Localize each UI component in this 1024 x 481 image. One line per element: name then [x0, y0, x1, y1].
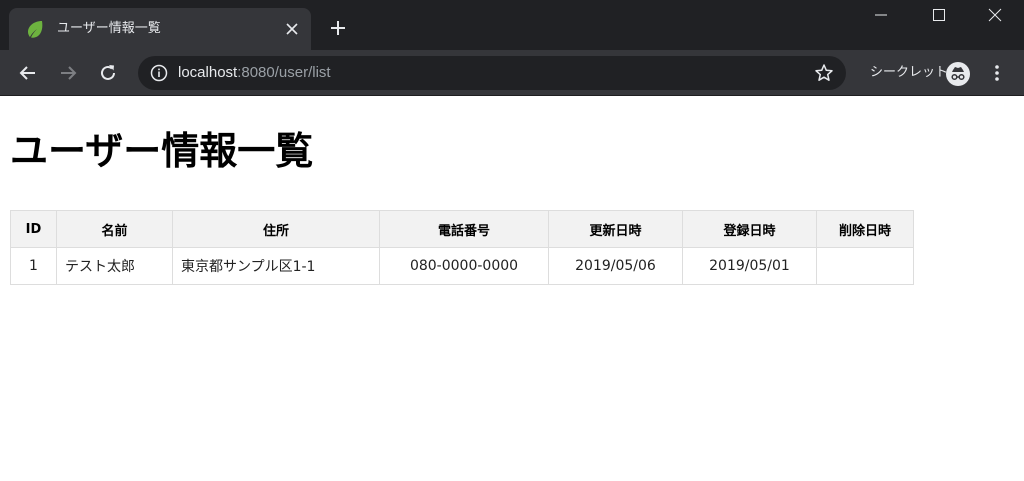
menu-icon[interactable] — [987, 63, 1007, 83]
tab-title: ユーザー情報一覧 — [57, 21, 161, 36]
incognito-label: シークレット — [870, 65, 949, 80]
cell-address: 東京都サンプル区1-1 — [172, 247, 380, 285]
url-host: localhost — [178, 64, 238, 81]
col-header-phone: 電話番号 — [379, 210, 549, 248]
cell-id: 1 — [10, 247, 57, 285]
browser-titlebar: ユーザー情報一覧 — [0, 0, 1024, 50]
incognito-icon[interactable] — [945, 61, 971, 87]
reload-icon — [101, 65, 115, 80]
page-content: ユーザー情報一覧 ID 名前 住所 電話番号 更新日時 登録日時 削除日時 1 … — [0, 96, 1024, 481]
forward-button[interactable] — [56, 61, 80, 85]
arrow-left-icon — [19, 66, 35, 80]
table-header-row: ID 名前 住所 電話番号 更新日時 登録日時 削除日時 — [10, 210, 914, 248]
col-header-deleted: 削除日時 — [816, 210, 914, 248]
cell-deleted — [816, 247, 914, 285]
cell-phone: 080-0000-0000 — [379, 247, 549, 285]
col-header-updated: 更新日時 — [548, 210, 683, 248]
url-text[interactable]: localhost:8080/user/list — [178, 63, 331, 83]
minimize-icon — [875, 14, 887, 16]
user-table: ID 名前 住所 電話番号 更新日時 登録日時 削除日時 1 テスト太郎 東京都… — [10, 210, 914, 285]
table-row: 1 テスト太郎 東京都サンプル区1-1 080-0000-0000 2019/0… — [10, 247, 914, 285]
maximize-icon — [933, 9, 945, 21]
url-path: :8080/user/list — [237, 64, 331, 81]
cell-updated: 2019/05/06 — [548, 247, 683, 285]
reload-button[interactable] — [96, 61, 120, 85]
browser-toolbar: localhost:8080/user/list シークレット — [0, 50, 1024, 96]
col-header-name: 名前 — [56, 210, 173, 248]
page-title: ユーザー情報一覧 — [10, 129, 314, 173]
info-icon[interactable] — [150, 64, 168, 82]
col-header-address: 住所 — [172, 210, 380, 248]
col-header-id: ID — [10, 210, 57, 248]
spring-leaf-icon — [28, 21, 43, 38]
back-button[interactable] — [16, 61, 40, 85]
close-window-icon — [988, 8, 1002, 22]
arrow-right-icon — [61, 66, 77, 80]
col-header-registered: 登録日時 — [682, 210, 817, 248]
star-icon[interactable] — [814, 63, 834, 83]
new-tab-icon[interactable] — [328, 18, 348, 38]
cell-name: テスト太郎 — [56, 247, 173, 285]
minimize-button[interactable] — [852, 0, 910, 30]
address-bar[interactable]: localhost:8080/user/list — [138, 56, 846, 90]
cell-registered: 2019/05/01 — [682, 247, 817, 285]
close-window-button[interactable] — [966, 0, 1024, 30]
maximize-button[interactable] — [910, 0, 968, 30]
close-tab-icon[interactable] — [283, 20, 301, 38]
browser-tab[interactable]: ユーザー情報一覧 — [9, 8, 311, 50]
